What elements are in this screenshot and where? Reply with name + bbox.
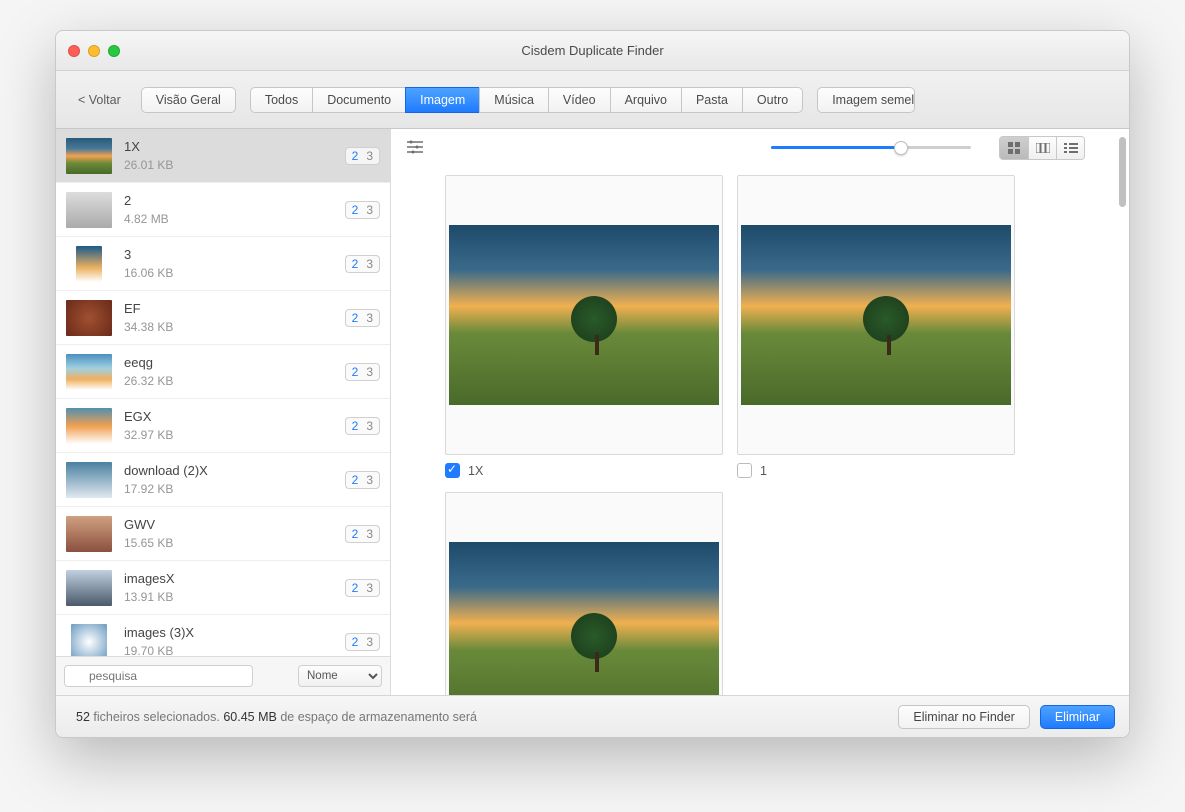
count-badge: 23 bbox=[345, 579, 380, 597]
item-size: 17.92 KB bbox=[124, 482, 345, 496]
preview-pane: 1X 1 bbox=[391, 129, 1129, 695]
sidebar: 1X26.01 KB2324.82 MB23316.06 KB23EF34.38… bbox=[56, 129, 391, 695]
back-button[interactable]: < Voltar bbox=[68, 93, 131, 107]
list-item[interactable]: EF 34.38 KB23 bbox=[56, 291, 390, 345]
view-list-icon[interactable] bbox=[1056, 137, 1084, 159]
search-input[interactable] bbox=[64, 665, 253, 687]
count-badge: 23 bbox=[345, 525, 380, 543]
tab-music[interactable]: Música bbox=[479, 87, 549, 113]
select-checkbox[interactable] bbox=[445, 463, 460, 478]
item-name: eeqg bbox=[124, 355, 345, 370]
view-columns-icon[interactable] bbox=[1028, 137, 1056, 159]
sort-select[interactable]: Nome bbox=[298, 665, 382, 687]
tab-image[interactable]: Imagem bbox=[405, 87, 480, 113]
tab-other[interactable]: Outro bbox=[742, 87, 803, 113]
item-size: 15.65 KB bbox=[124, 536, 345, 550]
list-item[interactable]: GWV 15.65 KB23 bbox=[56, 507, 390, 561]
item-name: GWV bbox=[124, 517, 345, 532]
item-name: imagesX bbox=[124, 571, 345, 586]
preview-tile[interactable] bbox=[445, 492, 723, 695]
preview-tile[interactable]: 1X bbox=[445, 175, 723, 478]
list-item[interactable]: imagesX 13.91 KB23 bbox=[56, 561, 390, 615]
item-size: 19.70 KB bbox=[124, 644, 345, 656]
tile-label: 1 bbox=[760, 464, 767, 478]
thumbnail-icon bbox=[66, 300, 112, 336]
status-text: 52 ficheiros selecionados. 60.45 MB de e… bbox=[76, 710, 477, 724]
toolbar: < Voltar Visão Geral Todos Documento Ima… bbox=[56, 71, 1129, 129]
item-name: 3 bbox=[124, 247, 345, 262]
thumbnail-icon bbox=[66, 192, 112, 228]
item-name: EGX bbox=[124, 409, 345, 424]
list-item[interactable]: EGX 32.97 KB23 bbox=[56, 399, 390, 453]
tab-video[interactable]: Vídeo bbox=[548, 87, 611, 113]
preview-tile[interactable]: 1 bbox=[737, 175, 1015, 478]
list-item[interactable]: 1X 26.01 KB23 bbox=[56, 129, 390, 183]
item-name: images (3)X bbox=[124, 625, 345, 640]
item-name: 1X bbox=[124, 139, 345, 154]
zoom-slider[interactable] bbox=[771, 146, 971, 149]
item-name: EF bbox=[124, 301, 345, 316]
list-item[interactable]: eeqg 26.32 KB23 bbox=[56, 345, 390, 399]
zoom-icon[interactable] bbox=[108, 45, 120, 57]
thumbnail-icon bbox=[66, 516, 112, 552]
item-size: 16.06 KB bbox=[124, 266, 345, 280]
thumbnail-icon bbox=[71, 624, 107, 657]
select-checkbox[interactable] bbox=[737, 463, 752, 478]
preview-image[interactable] bbox=[737, 175, 1015, 455]
tab-document[interactable]: Documento bbox=[312, 87, 406, 113]
thumbnail-icon bbox=[66, 138, 112, 174]
tab-similar-image[interactable]: Imagem semelha bbox=[817, 87, 915, 113]
item-size: 4.82 MB bbox=[124, 212, 345, 226]
thumbnail-icon bbox=[76, 246, 102, 282]
item-size: 26.01 KB bbox=[124, 158, 345, 172]
count-badge: 23 bbox=[345, 363, 380, 381]
thumbnail-icon bbox=[66, 462, 112, 498]
delete-button[interactable]: Eliminar bbox=[1040, 705, 1115, 729]
item-name: download (2)X bbox=[124, 463, 345, 478]
list-item[interactable]: 2 4.82 MB23 bbox=[56, 183, 390, 237]
scrollbar-icon[interactable] bbox=[1119, 137, 1126, 207]
item-size: 32.97 KB bbox=[124, 428, 345, 442]
count-badge: 23 bbox=[345, 417, 380, 435]
tab-archive[interactable]: Arquivo bbox=[610, 87, 682, 113]
duplicate-groups-list[interactable]: 1X26.01 KB2324.82 MB23316.06 KB23EF34.38… bbox=[56, 129, 390, 656]
count-badge: 23 bbox=[345, 147, 380, 165]
view-grid-icon[interactable] bbox=[1000, 137, 1028, 159]
close-icon[interactable] bbox=[68, 45, 80, 57]
thumbnail-icon bbox=[66, 354, 112, 390]
count-badge: 23 bbox=[345, 633, 380, 651]
item-size: 13.91 KB bbox=[124, 590, 345, 604]
tab-all[interactable]: Todos bbox=[250, 87, 313, 113]
minimize-icon[interactable] bbox=[88, 45, 100, 57]
tab-folder[interactable]: Pasta bbox=[681, 87, 743, 113]
list-options-icon[interactable] bbox=[405, 139, 427, 157]
preview-image[interactable] bbox=[445, 175, 723, 455]
item-name: 2 bbox=[124, 193, 345, 208]
titlebar[interactable]: Cisdem Duplicate Finder bbox=[56, 31, 1129, 71]
tab-overview[interactable]: Visão Geral bbox=[141, 87, 236, 113]
reveal-in-finder-button[interactable]: Eliminar no Finder bbox=[898, 705, 1029, 729]
tile-label: 1X bbox=[468, 464, 483, 478]
list-item[interactable]: 3 16.06 KB23 bbox=[56, 237, 390, 291]
footer: 52 ficheiros selecionados. 60.45 MB de e… bbox=[56, 695, 1129, 737]
count-badge: 23 bbox=[345, 255, 380, 273]
search-bar: Nome bbox=[56, 656, 390, 695]
count-badge: 23 bbox=[345, 201, 380, 219]
window-title: Cisdem Duplicate Finder bbox=[56, 43, 1129, 58]
item-size: 34.38 KB bbox=[124, 320, 345, 334]
list-item[interactable]: images (3)X 19.70 KB23 bbox=[56, 615, 390, 656]
thumbnail-icon bbox=[66, 408, 112, 444]
item-size: 26.32 KB bbox=[124, 374, 345, 388]
thumbnail-icon bbox=[66, 570, 112, 606]
app-window: Cisdem Duplicate Finder < Voltar Visão G… bbox=[55, 30, 1130, 738]
count-badge: 23 bbox=[345, 309, 380, 327]
preview-image[interactable] bbox=[445, 492, 723, 695]
list-item[interactable]: download (2)X 17.92 KB23 bbox=[56, 453, 390, 507]
count-badge: 23 bbox=[345, 471, 380, 489]
